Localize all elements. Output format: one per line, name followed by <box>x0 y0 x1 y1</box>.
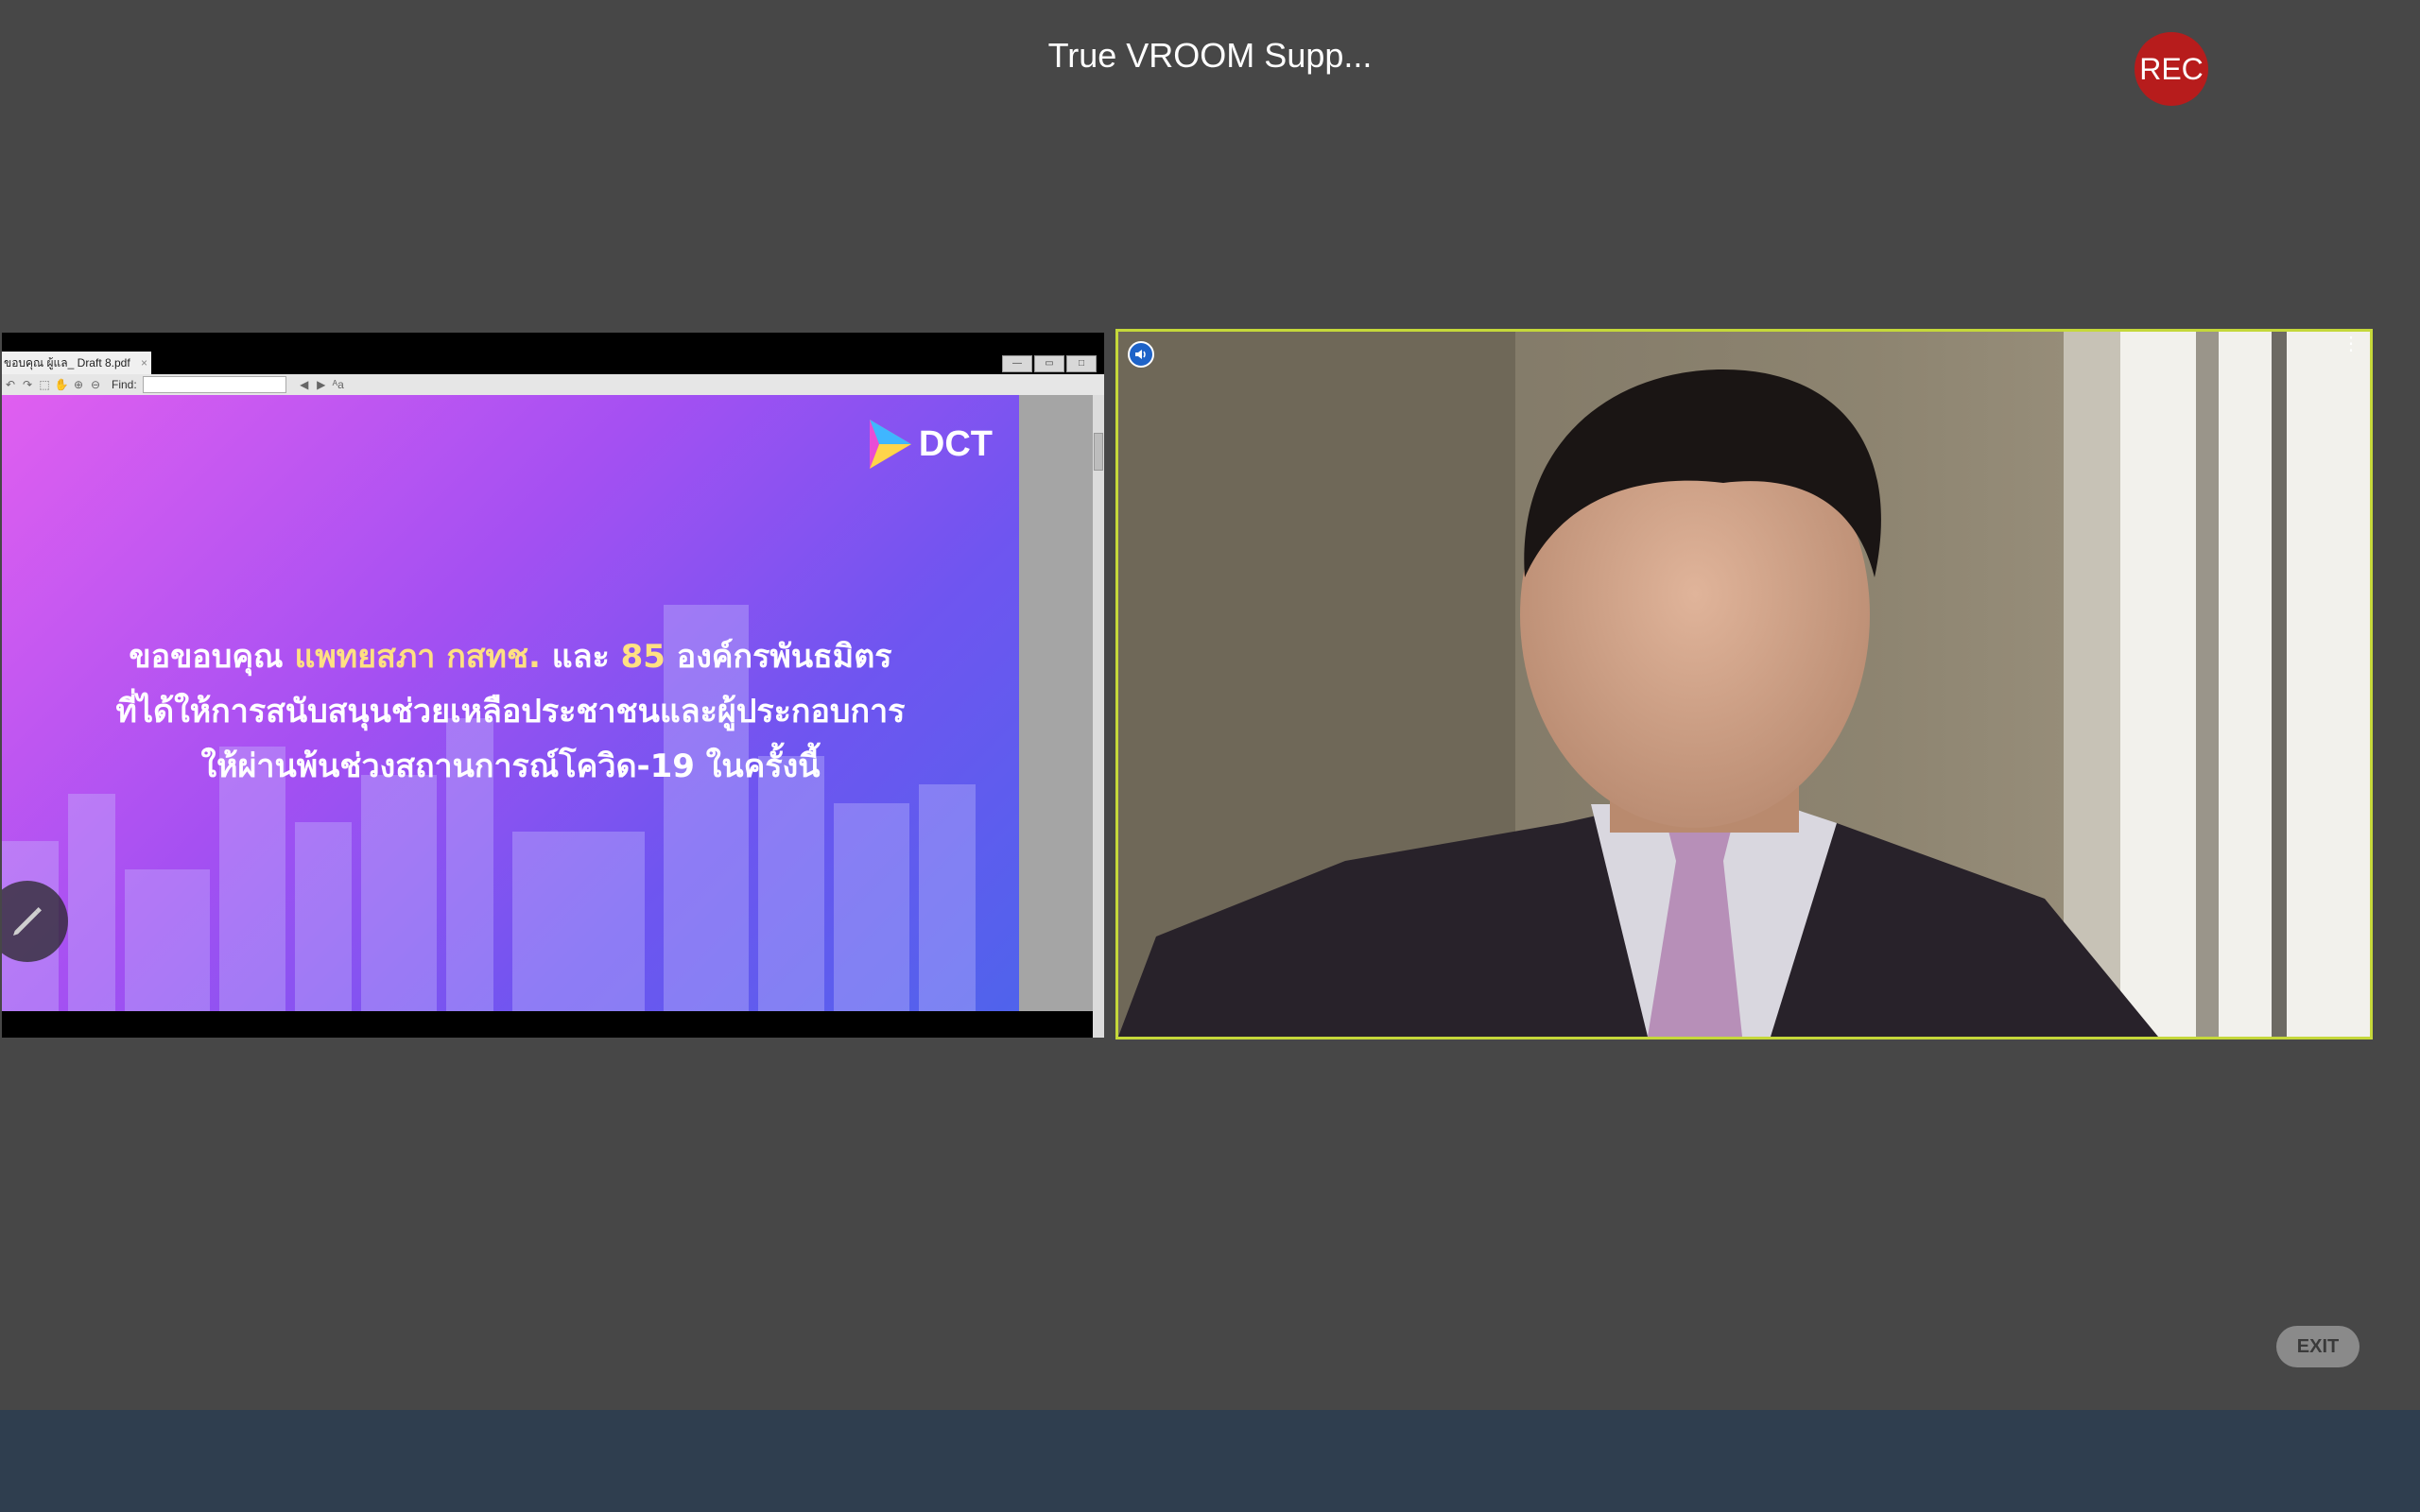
speaker-icon <box>1128 341 1154 368</box>
pencil-icon <box>13 907 42 936</box>
slide-message: ขอขอบคุณ แพทยสภา กสทช. และ 85 องค์กรพันธ… <box>2 629 1019 794</box>
dct-logo-text: DCT <box>918 423 993 464</box>
dct-logo-mark-icon <box>869 420 911 469</box>
pdf-side-panel <box>1019 395 1093 1011</box>
restore-icon[interactable]: ▭ <box>1034 355 1064 372</box>
window-buttons: — ▭ □ <box>1002 355 1097 372</box>
hand-icon[interactable]: ✋ <box>53 378 70 391</box>
slide-line-1-part-e: องค์กรพันธมิตร <box>665 638 892 676</box>
pdf-tab-label: ขอบคุณ ผู้แล_ Draft 8.pdf <box>4 356 130 369</box>
select-icon[interactable]: ⬚ <box>36 378 53 391</box>
next-result-icon[interactable]: ▶ <box>313 378 330 391</box>
maximize-icon[interactable]: □ <box>1066 355 1097 372</box>
more-vertical-icon[interactable]: ⋮ <box>2342 335 2360 353</box>
find-label: Find: <box>112 378 137 391</box>
pdf-tab[interactable]: ขอบคุณ ผู้แล_ Draft 8.pdf × <box>2 352 151 374</box>
participant-video-tile[interactable]: ⋮ <box>1115 329 2373 1040</box>
slide-line-1: ขอขอบคุณ แพทยสภา กสทช. และ 85 องค์กรพันธ… <box>2 629 1019 684</box>
undo-icon[interactable]: ↶ <box>2 378 19 391</box>
slide-line-1-part-c: และ <box>540 638 621 676</box>
dct-logo: DCT <box>869 420 993 469</box>
slide-line-1-part-a: ขอขอบคุณ <box>129 638 295 676</box>
meeting-title: True VROOM Supp... <box>1047 36 1373 75</box>
zoom-out-icon[interactable]: ⊖ <box>87 378 104 391</box>
match-case-icon[interactable]: ᴬa <box>330 378 347 391</box>
pdf-viewer-toolbar: ↶ ↷ ⬚ ✋ ⊕ ⊖ Find: ◀ ▶ ᴬa <box>2 374 1104 396</box>
presentation-slide: DCT ขอขอบคุณ แพทยสภา กสทช. และ 85 องค์กร… <box>2 395 1019 1011</box>
bottom-bar <box>0 1410 2420 1512</box>
slide-line-2: ที่ได้ให้การสนับสนุนช่วยเหลือประชาชนและผ… <box>115 693 906 730</box>
zoom-in-icon[interactable]: ⊕ <box>70 378 87 391</box>
participant-video <box>1118 332 2370 1037</box>
redo-icon[interactable]: ↷ <box>19 378 36 391</box>
scrollbar-thumb[interactable] <box>1094 433 1103 471</box>
pdf-scrollbar[interactable] <box>1093 395 1104 1038</box>
slide-line-3: ให้ผ่านพ้นช่วงสถานการณ์โควิด-19 ในครั้งน… <box>200 747 821 785</box>
prev-result-icon[interactable]: ◀ <box>296 378 313 391</box>
exit-button[interactable]: EXIT <box>2276 1326 2360 1367</box>
tab-close-icon[interactable]: × <box>141 352 147 374</box>
screen-share-tile[interactable]: ขอบคุณ ผู้แล_ Draft 8.pdf × — ▭ □ ↶ ↷ ⬚ … <box>2 333 1104 1038</box>
speaker-glyph-icon <box>1135 350 1146 359</box>
rec-indicator: REC <box>2135 32 2208 106</box>
find-input[interactable] <box>142 376 286 393</box>
minimize-icon[interactable]: — <box>1002 355 1032 372</box>
slide-line-1-highlight-orgs: แพทยสภา กสทช. <box>294 638 541 676</box>
pdf-viewer-tabbar: ขอบคุณ ผู้แล_ Draft 8.pdf × — ▭ □ <box>2 333 1104 374</box>
slide-line-1-highlight-count: 85 <box>620 638 666 676</box>
